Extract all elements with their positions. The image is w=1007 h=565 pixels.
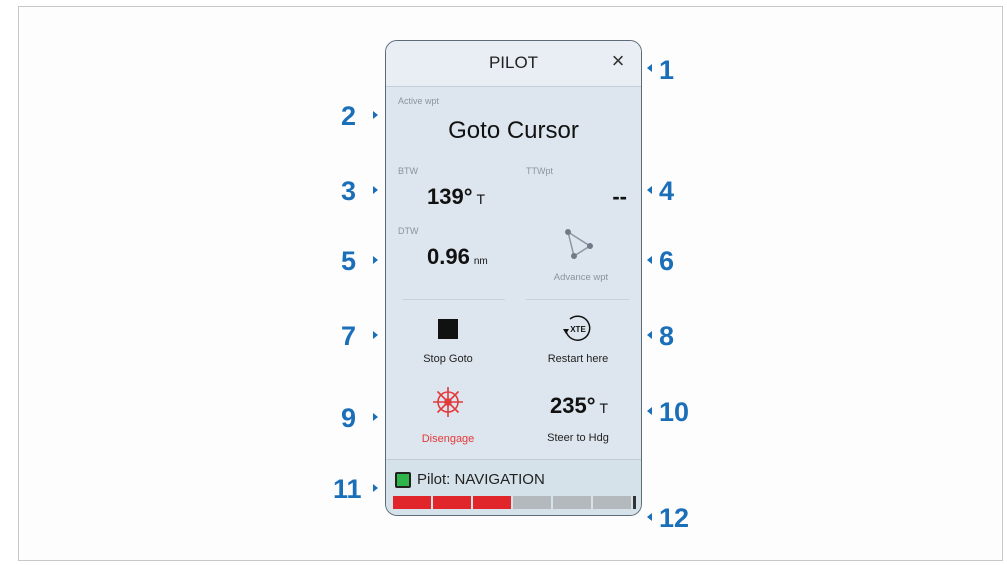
callout-2-arrow <box>373 111 378 119</box>
callout-1: 1 <box>659 55 675 85</box>
ttwpt-value: -- <box>612 184 627 209</box>
btw-label: BTW <box>398 166 418 176</box>
callout-10: 10 <box>659 397 690 427</box>
panel-header: PILOT × <box>386 41 641 87</box>
rudder-segment <box>553 496 591 509</box>
dtw-label: DTW <box>398 226 419 236</box>
rudder-segment <box>393 496 431 509</box>
callout-4: 4 <box>659 176 675 206</box>
disengage-button[interactable]: Disengage <box>386 381 511 451</box>
stop-goto-label: Stop Goto <box>423 353 473 365</box>
close-icon[interactable]: × <box>607 50 629 72</box>
callout-8: 8 <box>659 321 675 351</box>
callout-9: 9 <box>341 403 357 433</box>
callout-7: 7 <box>341 321 357 351</box>
pilot-panel: PILOT × Active wpt Goto Cursor BTW 139° T… <box>385 40 642 516</box>
callout-4-arrow <box>647 186 652 194</box>
callout-6-arrow <box>647 256 652 264</box>
disengage-label: Disengage <box>421 433 475 445</box>
active-wpt-value: Goto Cursor <box>448 117 579 144</box>
callout-12: 12 <box>659 503 690 533</box>
restart-here-button[interactable]: XTE Restart here <box>514 309 639 369</box>
steer-value: 235° T <box>550 393 608 419</box>
steer-number: 235° <box>550 393 596 418</box>
callout-5-arrow <box>373 256 378 264</box>
helm-wheel-icon <box>433 387 463 417</box>
callout-2: 2 <box>341 101 357 131</box>
callout-6: 6 <box>659 246 675 276</box>
callout-8-arrow <box>647 331 652 339</box>
callout-1-arrow <box>647 64 652 72</box>
ttwpt-label: TTWpt <box>526 166 553 176</box>
advance-wpt-button[interactable]: Advance wpt <box>526 226 636 286</box>
callout-11: 11 <box>333 474 362 504</box>
rudder-segment <box>473 496 511 509</box>
rudder-end-marker <box>633 496 636 509</box>
stop-goto-button[interactable]: Stop Goto <box>386 309 511 369</box>
status-text: Pilot: NAVIGATION <box>417 471 545 488</box>
rudder-segment <box>593 496 631 509</box>
rudder-segment <box>433 496 471 509</box>
callout-3-arrow <box>373 186 378 194</box>
callout-11-arrow <box>373 484 378 492</box>
panel-title: PILOT <box>488 53 539 72</box>
status-bar: Pilot: NAVIGATION <box>386 459 641 515</box>
advance-wpt-label: Advance wpt <box>553 272 609 283</box>
steer-label: Steer to Hdg <box>547 432 609 444</box>
dtw-unit: nm <box>473 256 488 267</box>
steer-unit: T <box>599 400 609 416</box>
stop-icon <box>438 319 458 339</box>
active-wpt-label: Active wpt <box>398 96 440 106</box>
callout-9-arrow <box>373 413 378 421</box>
xte-icon-text: XTE <box>570 325 586 334</box>
rudder-segment <box>513 496 551 509</box>
divider-right <box>526 299 629 300</box>
divider-left <box>402 299 505 300</box>
callout-7-arrow <box>373 331 378 339</box>
callout-5: 5 <box>341 246 357 276</box>
advance-wpt-icon <box>565 229 593 259</box>
restart-here-label: Restart here <box>547 353 609 365</box>
btw-number: 139° <box>427 184 473 209</box>
callout-3: 3 <box>341 176 357 206</box>
btw-unit: T <box>476 191 486 207</box>
xte-restart-icon: XTE <box>563 315 591 341</box>
dtw-value: 0.96 nm <box>427 244 488 270</box>
callout-12-arrow <box>647 513 652 521</box>
status-led-icon <box>395 472 411 488</box>
btw-value: 139° T <box>427 184 485 210</box>
steer-to-hdg-button[interactable]: 235° T Steer to Hdg <box>514 381 639 451</box>
callout-10-arrow <box>647 407 652 415</box>
dtw-number: 0.96 <box>427 244 470 269</box>
